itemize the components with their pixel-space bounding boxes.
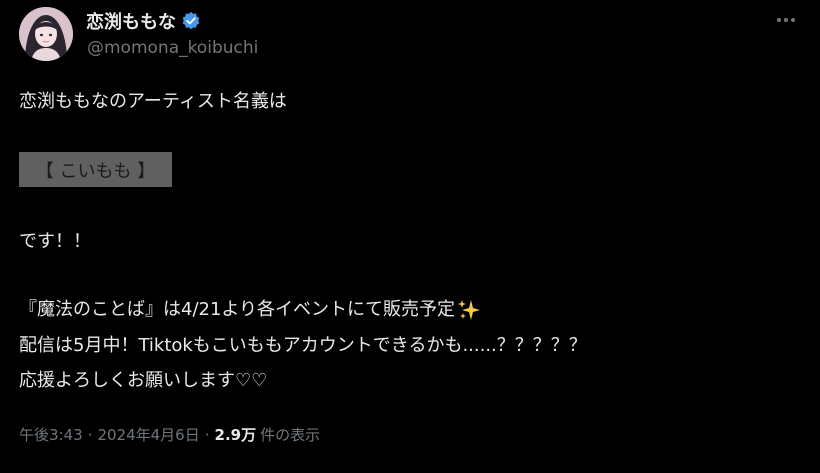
post-time[interactable]: 午後3:43 [19, 424, 83, 445]
tweet: 恋渕ももな @momona_koibuchi 恋渕ももなのアーティスト名義は 【… [0, 0, 820, 473]
post-text-line: 『魔法のことば』は4/21より各イベントにて販売予定 [19, 298, 481, 322]
post-date[interactable]: 2024年4月6日 [97, 424, 199, 445]
post-text-line: 配信は5月中！Tiktokもこいももアカウントできるかも......？？？？？ [19, 335, 587, 356]
verified-badge-icon [181, 11, 201, 31]
meta-separator: · [204, 425, 210, 444]
post-text-line: 応援よろしくお願いします♡♡ [19, 370, 268, 391]
views-count[interactable]: 2.9万 [215, 424, 257, 445]
post-text-line: です！！ [19, 231, 91, 252]
meta-separator: · [87, 425, 93, 444]
sparkles-icon [457, 298, 481, 322]
author-handle[interactable]: @momona_koibuchi [87, 38, 258, 58]
views-label: 件の表示 [260, 426, 321, 444]
post-text-line: 恋渕ももなのアーティスト名義は [19, 91, 287, 112]
more-horizontal-icon [777, 18, 795, 22]
more-options-button[interactable] [773, 10, 799, 30]
post-meta: 午後3:43 · 2024年4月6日 · 2.9万 件の表示 [19, 424, 320, 445]
post-text-line-content: 『魔法のことば』は4/21より各イベントにて販売予定 [19, 299, 456, 320]
author-display-name[interactable]: 恋渕ももな [86, 8, 176, 34]
avatar-image [19, 7, 73, 61]
artist-name-highlight: 【 こいもも 】 [19, 152, 172, 187]
avatar[interactable] [19, 7, 73, 61]
author-name-row: 恋渕ももな [86, 8, 201, 34]
